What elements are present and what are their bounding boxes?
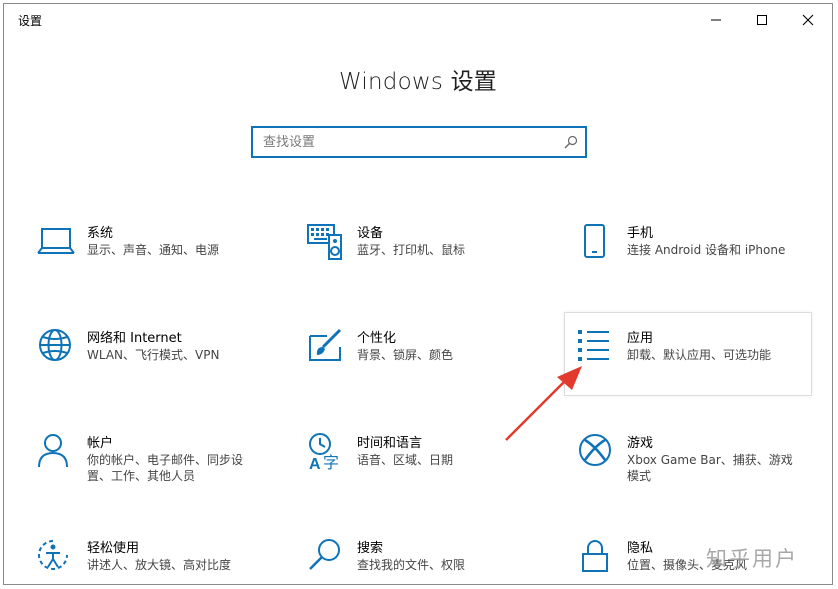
search-icon[interactable] bbox=[563, 134, 579, 150]
phone-icon bbox=[584, 224, 605, 258]
maximize-icon bbox=[757, 15, 767, 25]
tile-search[interactable]: 搜索 查找我的文件、权限 bbox=[307, 537, 557, 584]
window-title: 设置 bbox=[18, 14, 43, 28]
svg-text:A: A bbox=[309, 456, 321, 472]
apps-list-icon bbox=[578, 330, 609, 361]
maximize-button[interactable] bbox=[739, 4, 785, 36]
tile-description: Xbox Game Bar、捕获、游戏模式 bbox=[627, 453, 793, 483]
minimize-button[interactable] bbox=[693, 4, 739, 36]
settings-window: 设置 Windows 设置 系统 显示、声音、通知、电源 bbox=[3, 3, 833, 585]
laptop-icon bbox=[37, 228, 75, 254]
svg-text:字: 字 bbox=[323, 453, 339, 472]
tile-network[interactable]: 网络和 Internet WLAN、飞行模式、VPN bbox=[37, 327, 287, 399]
close-icon bbox=[802, 14, 814, 26]
tile-description: 查找我的文件、权限 bbox=[357, 558, 466, 572]
tile-label: 时间和语言 bbox=[357, 436, 423, 451]
tile-label: 搜索 bbox=[357, 541, 384, 556]
globe-icon bbox=[39, 329, 71, 361]
tile-label: 手机 bbox=[627, 226, 654, 241]
watermark: 知乎用户 bbox=[706, 547, 798, 571]
tile-label: 游戏 bbox=[627, 436, 654, 451]
tile-label: 网络和 Internet bbox=[87, 331, 182, 346]
tile-label: 应用 bbox=[627, 331, 654, 346]
search-input[interactable] bbox=[263, 132, 553, 152]
tile-label: 隐私 bbox=[627, 541, 654, 556]
paintbrush-icon bbox=[309, 328, 342, 361]
tile-description: WLAN、飞行模式、VPN bbox=[87, 348, 220, 362]
tile-gaming[interactable]: 游戏 Xbox Game Bar、捕获、游戏模式 bbox=[577, 432, 827, 504]
tile-accounts[interactable]: 帐户 你的帐户、电子邮件、同步设置、工作、其他人员 bbox=[37, 432, 287, 504]
tile-system[interactable]: 系统 显示、声音、通知、电源 bbox=[37, 222, 287, 294]
tile-description: 你的帐户、电子邮件、同步设置、工作、其他人员 bbox=[87, 453, 244, 483]
tile-description: 讲述人、放大镜、高对比度 bbox=[87, 558, 232, 572]
tile-personalization[interactable]: 个性化 背景、锁屏、颜色 bbox=[307, 327, 557, 399]
tile-devices[interactable]: 设备 蓝牙、打印机、鼠标 bbox=[307, 222, 557, 294]
minimize-icon bbox=[711, 19, 721, 21]
tile-label: 轻松使用 bbox=[87, 541, 140, 556]
tile-ease-of-access[interactable]: 轻松使用 讲述人、放大镜、高对比度 bbox=[37, 537, 287, 584]
xbox-icon bbox=[579, 434, 611, 466]
tile-phone[interactable]: 手机 连接 Android 设备和 iPhone bbox=[577, 222, 827, 294]
tile-description: 卸载、默认应用、可选功能 bbox=[627, 348, 772, 362]
tile-description: 显示、声音、通知、电源 bbox=[87, 243, 220, 257]
page-title: Windows 设置 bbox=[339, 69, 497, 95]
tile-description: 蓝牙、打印机、鼠标 bbox=[357, 243, 466, 257]
tile-description: 连接 Android 设备和 iPhone bbox=[627, 243, 786, 257]
tile-label: 系统 bbox=[87, 226, 114, 241]
ease-of-access-icon bbox=[38, 540, 68, 570]
keyboard-speaker-icon bbox=[307, 224, 342, 260]
tile-description: 语音、区域、日期 bbox=[357, 453, 454, 467]
tile-time-language[interactable]: A 字 时间和语言 语音、区域、日期 bbox=[307, 432, 557, 504]
tile-label: 帐户 bbox=[87, 436, 114, 451]
tile-label: 设备 bbox=[357, 226, 384, 241]
title-bar: 设置 bbox=[4, 4, 832, 36]
close-button[interactable] bbox=[785, 4, 831, 36]
person-icon bbox=[38, 434, 68, 468]
magnifier-icon bbox=[309, 539, 340, 570]
tile-apps[interactable]: 应用 卸载、默认应用、可选功能 bbox=[577, 327, 827, 399]
lock-icon bbox=[582, 540, 608, 572]
tile-label: 个性化 bbox=[357, 331, 397, 346]
time-language-icon: A 字 bbox=[309, 433, 339, 472]
tile-description: 背景、锁屏、颜色 bbox=[357, 348, 454, 362]
search-box[interactable] bbox=[251, 126, 587, 158]
